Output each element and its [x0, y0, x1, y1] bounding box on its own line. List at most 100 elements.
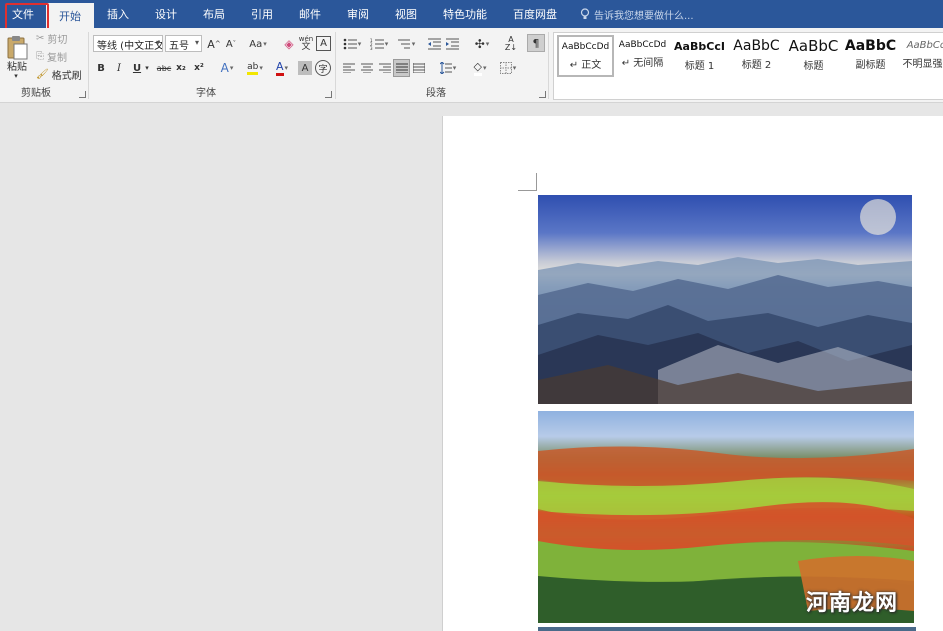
underline-dropdown-icon[interactable]: ▾	[143, 61, 151, 75]
multilevel-list-icon[interactable]: ▾	[395, 36, 417, 52]
style-no-spacing[interactable]: AaBbCcDd ↵ 无间隔	[614, 35, 671, 77]
character-border-label: A	[320, 38, 327, 49]
chevron-down-icon: ▾	[194, 38, 199, 47]
tab-special-features[interactable]: 特色功能	[430, 0, 500, 28]
style-name: 不明显强调	[902, 59, 943, 70]
lightbulb-icon	[580, 8, 590, 19]
style-sample: AaBbC	[844, 38, 897, 54]
tab-mailings[interactable]: 邮件	[286, 0, 334, 28]
tell-me-box[interactable]: 告诉我您想要做什么...	[570, 0, 694, 28]
clear-formatting-icon[interactable]: ◈	[281, 36, 297, 52]
character-border-icon[interactable]: A	[316, 36, 331, 51]
font-color-icon[interactable]: A ▾	[270, 60, 294, 76]
format-painter-button[interactable]: 🖌 格式刷	[36, 67, 82, 82]
tab-view[interactable]: 视图	[382, 0, 430, 28]
separator	[88, 32, 89, 99]
line-spacing-icon[interactable]: ▾	[436, 60, 460, 76]
style-name: 标题 2	[741, 60, 772, 71]
bullets-icon[interactable]: ▾	[341, 36, 363, 52]
chevron-down-icon: ▾	[155, 38, 160, 47]
align-center-icon[interactable]	[359, 61, 374, 75]
change-case-button[interactable]: Aa ▾	[245, 36, 271, 52]
separator	[335, 32, 336, 99]
style-sample: AaBbCcDd	[618, 40, 667, 50]
separator	[548, 32, 549, 99]
subscript-button[interactable]: x₂	[174, 61, 188, 75]
style-sample: AaBbCcDd	[561, 42, 610, 52]
style-sample: AaBbCcI	[674, 40, 725, 53]
copy-button[interactable]: ⎘ 复制	[36, 49, 67, 64]
scissors-icon: ✂	[36, 32, 45, 44]
align-right-icon[interactable]	[377, 61, 392, 75]
style-normal[interactable]: AaBbCcDd ↵ 正文	[557, 35, 614, 77]
style-sample: AaBbC	[733, 38, 780, 54]
paragraph-launcher-icon[interactable]	[539, 91, 546, 98]
text-effects-icon[interactable]: A ▾	[216, 60, 238, 76]
style-heading-1[interactable]: AaBbCcI 标题 1	[671, 35, 728, 77]
tab-insert[interactable]: 插入	[94, 0, 142, 28]
grow-font-icon[interactable]: A ^	[206, 36, 222, 52]
character-shading-icon[interactable]: A	[298, 61, 312, 75]
show-formatting-marks-icon[interactable]: ¶	[527, 34, 545, 52]
font-launcher-icon[interactable]	[325, 91, 332, 98]
menu-bar: 文件 开始 插入 设计 布局 引用 邮件 审阅 视图 特色功能 百度网盘 告诉我…	[0, 0, 943, 28]
paste-button[interactable]: 粘贴	[6, 58, 28, 73]
margin-corner-mark	[518, 173, 537, 191]
third-image-partial[interactable]	[538, 627, 916, 631]
styles-gallery: AaBbCcDd ↵ 正文 AaBbCcDd ↵ 无间隔 AaBbCcI 标题 …	[553, 32, 943, 100]
copy-label: 复制	[47, 52, 67, 64]
clipboard-launcher-icon[interactable]	[79, 91, 86, 98]
group-label-clipboard: 剪贴板	[21, 88, 51, 99]
justify-icon[interactable]	[393, 59, 410, 77]
font-name-combo[interactable]: 等线 (中文正文) ▾	[93, 35, 163, 52]
style-name: 标题	[803, 61, 824, 72]
distributed-icon[interactable]	[411, 61, 426, 75]
align-left-icon[interactable]	[341, 61, 356, 75]
style-sample: AaBbCcI	[906, 40, 943, 51]
style-subtle-emphasis[interactable]: AaBbCcI 不明显强调	[899, 35, 943, 77]
group-label-font: 字体	[196, 88, 216, 99]
paintbrush-icon: 🖌	[36, 68, 49, 80]
decrease-indent-icon[interactable]	[426, 36, 442, 52]
svg-text:3: 3	[370, 46, 373, 50]
bold-button[interactable]: B	[95, 61, 107, 75]
ribbon-home: 粘贴 ▾ ✂ 剪切 ⎘ 复制 🖌 格式刷 剪贴板 等线 (中文正文) ▾ 五号 ▾ A ^ …	[0, 28, 943, 103]
shading-icon[interactable]: ◇ ▾	[468, 60, 492, 76]
chinese-layout-icon[interactable]: ✣ ▾	[470, 35, 494, 52]
tab-baidu-netdisk[interactable]: 百度网盘	[500, 0, 570, 28]
style-name: ↵ 正文	[569, 60, 602, 71]
cut-button[interactable]: ✂ 剪切	[36, 31, 68, 46]
font-size-value: 五号	[169, 41, 189, 52]
tab-home[interactable]: 开始	[46, 3, 94, 28]
font-size-combo[interactable]: 五号 ▾	[165, 35, 202, 52]
shrink-font-icon[interactable]: Aˇ	[223, 36, 239, 52]
font-name-value: 等线 (中文正文)	[97, 41, 163, 52]
style-name: 标题 1	[684, 61, 715, 72]
style-name: 副标题	[855, 60, 886, 71]
style-subtitle[interactable]: AaBbC 副标题	[842, 35, 899, 77]
tab-references[interactable]: 引用	[238, 0, 286, 28]
document-page[interactable]	[442, 116, 943, 631]
mountain-landscape-image[interactable]	[538, 195, 912, 404]
phonetic-guide-icon[interactable]: wén 文	[298, 34, 314, 52]
italic-button[interactable]: I	[113, 61, 125, 75]
enclosed-character-icon[interactable]: 字	[315, 60, 331, 76]
tab-layout[interactable]: 布局	[190, 0, 238, 28]
underline-button[interactable]: U	[131, 61, 143, 75]
tab-file[interactable]: 文件	[0, 0, 46, 28]
strikethrough-button[interactable]: abc	[155, 61, 173, 75]
cut-label: 剪切	[47, 34, 68, 46]
style-title[interactable]: AaBbC 标题	[785, 35, 842, 77]
tab-design[interactable]: 设计	[142, 0, 190, 28]
paste-dropdown-icon[interactable]: ▾	[8, 71, 24, 81]
format-painter-label: 格式刷	[51, 70, 82, 82]
borders-icon[interactable]: ▾	[496, 60, 520, 76]
highlight-color-icon[interactable]: ab ▾	[243, 60, 267, 76]
style-sample: AaBbC	[788, 37, 839, 55]
tab-review[interactable]: 审阅	[334, 0, 382, 28]
superscript-button[interactable]: x²	[192, 61, 206, 75]
numbering-icon[interactable]: 1 2 3 ▾	[368, 36, 390, 52]
increase-indent-icon[interactable]	[444, 36, 460, 52]
sort-icon[interactable]: A Z↓	[503, 35, 519, 52]
style-heading-2[interactable]: AaBbC 标题 2	[728, 35, 785, 77]
